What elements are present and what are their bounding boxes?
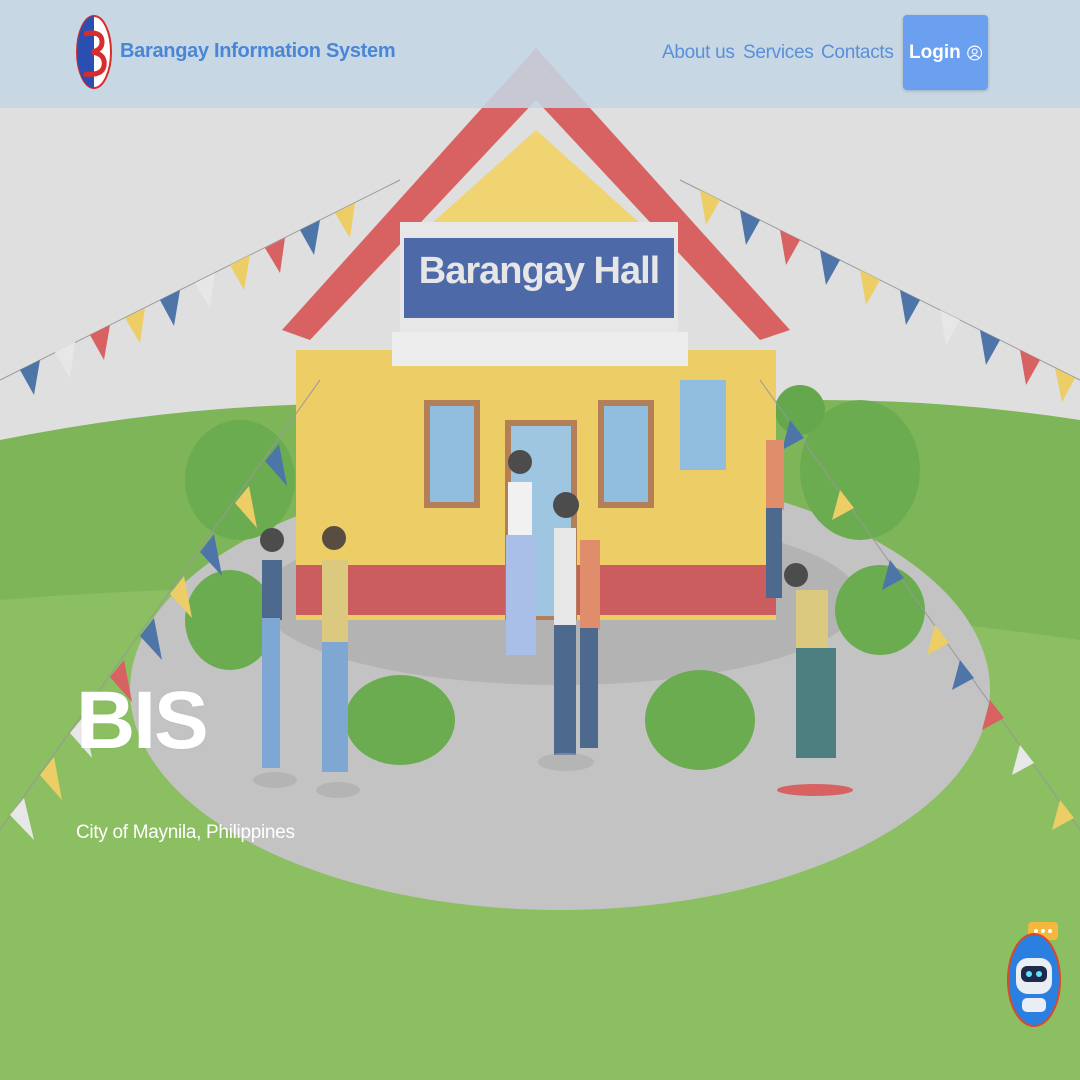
hero-title: BIS <box>76 675 209 766</box>
login-button[interactable]: Login <box>903 15 988 90</box>
robot-chat-icon[interactable] <box>1004 918 1064 1030</box>
top-navbar: Barangay Information System About us Ser… <box>0 0 1080 108</box>
login-label: Login <box>909 41 961 63</box>
hero-background-illustration <box>0 0 1080 1080</box>
barangay-logo[interactable] <box>76 14 112 90</box>
nav-services[interactable]: Services <box>743 42 814 64</box>
user-circle-icon <box>966 45 982 60</box>
hero-subtitle: City of Maynila, Philippines <box>76 822 295 843</box>
nav-about-us[interactable]: About us <box>662 42 735 64</box>
building-sign: Barangay Hall <box>418 250 660 292</box>
brand-name[interactable]: Barangay Information System <box>120 40 396 63</box>
nav-contacts[interactable]: Contacts <box>821 42 894 64</box>
